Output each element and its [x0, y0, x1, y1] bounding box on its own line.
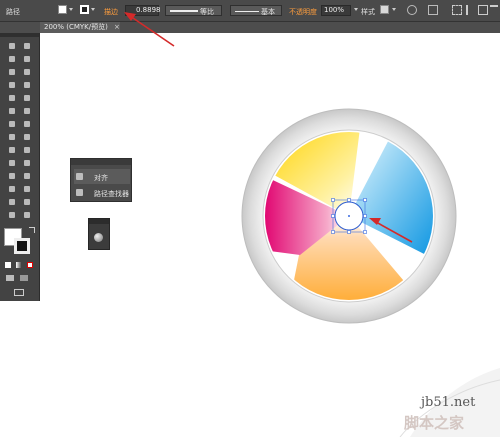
watermark-site: jb51.net — [421, 395, 476, 410]
handle-right[interactable] — [363, 214, 367, 218]
handle-bottom-left[interactable] — [331, 230, 335, 234]
watermark-brand: 脚本之家 — [404, 414, 465, 432]
handle-bottom[interactable] — [347, 230, 351, 234]
handle-left[interactable] — [331, 214, 335, 218]
canvas-artwork — [124, 12, 500, 437]
handle-top-right[interactable] — [363, 198, 367, 202]
handle-bottom-right[interactable] — [363, 230, 367, 234]
handle-top[interactable] — [347, 198, 351, 202]
center-point — [348, 215, 350, 217]
annotation-arrow-top — [124, 12, 175, 47]
handle-top-left[interactable] — [331, 198, 335, 202]
